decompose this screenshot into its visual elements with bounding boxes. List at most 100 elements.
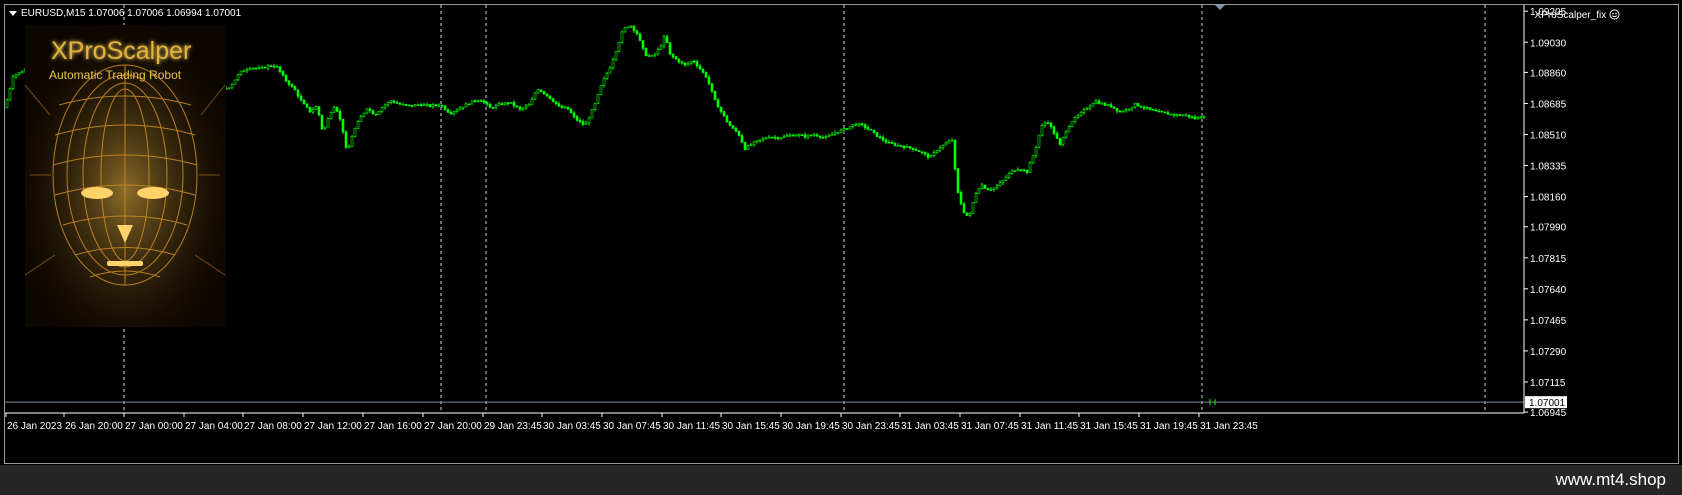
candle-body [281,71,285,76]
candle-body [359,116,363,122]
candle-body [467,103,471,106]
candle-body [881,137,885,141]
candle-body [653,53,657,56]
candle-body [794,134,798,137]
candle-body [545,93,549,97]
candle-body [413,104,417,107]
candle-body [275,66,279,68]
candle-body [812,134,816,137]
candle-body [1151,108,1155,111]
candle-body [1169,113,1173,116]
price-label: 1.08335 [1530,162,1567,173]
candle-body [908,146,912,149]
candle-body [989,188,993,191]
candle-body [1133,103,1137,108]
candle-body [455,109,459,112]
candle-body [887,141,891,144]
candle-body [440,104,444,107]
candle-body [248,67,252,70]
candle-body [980,184,984,190]
candle-body [593,103,597,110]
candle-body [851,124,855,127]
candle-body [491,107,495,109]
candle-body [1190,116,1194,119]
candle-body [860,123,864,126]
candle-body [728,121,732,127]
candle-body [935,150,939,153]
candle-body [1136,103,1140,107]
candle-body [512,102,516,107]
candle-body [1085,108,1089,110]
candle-body [416,104,420,107]
candle-body [899,144,903,147]
candle-body [419,104,423,107]
candle-body [452,111,456,115]
candle-body [1025,169,1029,173]
candle-body [644,48,648,57]
candle-body [1022,169,1026,172]
candle-body [842,128,846,131]
candle-body [272,65,276,68]
dropdown-triangle-icon[interactable] [9,10,17,16]
candle-body [1178,114,1182,116]
candle-body [320,114,324,129]
candle-body [557,103,561,107]
candle-body [629,25,633,28]
candle-body [314,106,318,110]
price-label: 1.07815 [1530,254,1567,265]
candle-body [803,134,807,138]
chart-shift-marker-icon [1215,5,1225,10]
candle-body [833,132,837,135]
candle-body [527,104,531,107]
candle-body [929,155,933,158]
candle-body [581,121,585,125]
candle-body [566,106,570,110]
candle-body [869,128,873,131]
candle-body [692,60,696,63]
candle-body [854,124,858,126]
candle-body [1199,116,1203,119]
candle-body [329,112,333,119]
price-axis: 1.092051.090301.088601.086851.085101.083… [1524,7,1567,419]
candle-body [482,100,486,103]
candle-body [1148,107,1152,110]
candle-body [776,137,780,140]
candle-body [1202,116,1206,118]
candle-body [662,36,666,47]
candle-body [269,65,273,67]
candle-body [575,116,579,121]
candle-body [383,104,387,108]
candle-body [1031,155,1035,164]
candle-body [554,101,558,105]
candle-body [791,134,795,137]
candle-body [755,140,759,143]
candle-body [941,144,945,149]
candle-body [488,103,492,108]
candle-body [956,168,960,193]
price-chart[interactable]: 1.092051.090301.088601.086851.085101.083… [5,5,1680,465]
candle-body [638,33,642,41]
candle-body [677,58,681,63]
candle-body [1157,110,1161,113]
time-label: 30 Jan 11:45 [663,421,721,432]
candle-body [536,89,540,94]
candle-body [1055,133,1059,139]
expert-advisor-label[interactable]: XProScalper_fix [1535,9,1620,21]
candle-body [1163,111,1167,114]
candle-body [428,104,432,107]
candle-body [818,135,822,138]
candle-body [506,102,510,105]
candle-body [470,100,474,105]
candle-body [650,55,654,57]
candle-body [944,142,948,146]
chart-window[interactable]: 1.09205 1.09030 1.08860 1.08685 1.08510 1.083… [4,4,1679,464]
candle-body [623,27,627,33]
site-watermark: www.mt4.shop [1555,470,1666,489]
candle-body [284,75,288,82]
symbol-title[interactable]: EURUSD,M15 1.07006 1.07006 1.06994 1.070… [9,8,241,19]
candle-body [1043,122,1047,126]
candle-body [1187,114,1191,118]
candle-body [827,134,831,137]
candle-body [719,106,723,112]
candle-body [596,94,600,105]
